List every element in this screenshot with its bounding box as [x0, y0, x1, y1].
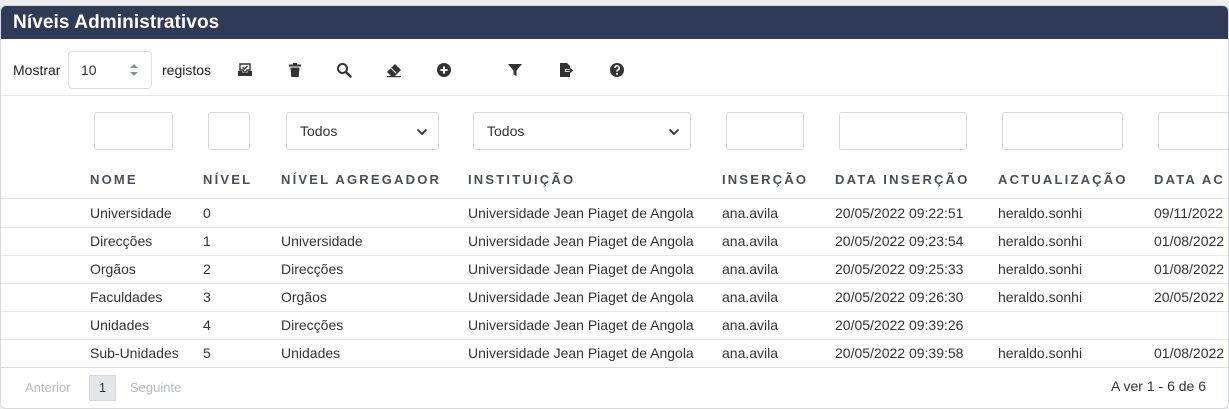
filter-instituicao-value: Todos: [487, 123, 525, 139]
page-size-stepper[interactable]: 10: [68, 51, 152, 89]
eraser-icon[interactable]: [386, 62, 402, 78]
trash-icon[interactable]: [287, 62, 303, 78]
cell-nivel-agregador: Unidades: [281, 345, 341, 361]
page-size-value: 10: [81, 62, 97, 78]
export-icon[interactable]: [558, 62, 574, 78]
cell-nivel-agregador: Universidade: [281, 233, 363, 249]
cell-nivel-agregador: Orgãos: [281, 289, 327, 305]
col-actualizacao[interactable]: ACTUALIZAÇÃO: [998, 172, 1128, 187]
col-insercao[interactable]: INSERÇÃO: [722, 172, 808, 187]
cell-insercao: ana.avila: [722, 233, 779, 249]
cell-data-insercao: 20/05/2022 09:39:26: [835, 317, 964, 333]
cell-data-actualizacao: 01/08/2022: [1154, 233, 1225, 249]
table-header: NOME NÍVEL NÍVEL AGREGADOR INSTITUIÇÃO I…: [1, 172, 1228, 199]
show-label: Mostrar: [13, 62, 61, 78]
cell-instituicao: Universidade Jean Piaget de Angola: [468, 205, 694, 221]
filter-icon[interactable]: [507, 62, 523, 78]
filter-instituicao-select[interactable]: Todos: [473, 112, 691, 150]
cell-instituicao: Universidade Jean Piaget de Angola: [468, 289, 694, 305]
table-row[interactable]: Universidade 0 Universidade Jean Piaget de…: [1, 199, 1228, 228]
cell-data-insercao: 20/05/2022 09:22:51: [835, 205, 964, 221]
filter-actualizacao-input[interactable]: [1002, 112, 1123, 150]
col-data-actualizacao[interactable]: DATA AC: [1154, 172, 1225, 187]
cell-instituicao: Universidade Jean Piaget de Angola: [468, 233, 694, 249]
stepper-arrows-icon[interactable]: [129, 63, 139, 77]
filter-insercao-input[interactable]: [726, 112, 804, 150]
cell-data-actualizacao: 09/11/2022: [1154, 205, 1224, 221]
col-nome[interactable]: NOME: [90, 172, 138, 187]
cell-nome: Universidade: [90, 205, 172, 221]
cell-instituicao: Universidade Jean Piaget de Angola: [468, 261, 694, 277]
chevron-down-icon: [668, 128, 680, 136]
cell-actualizacao: heraldo.sonhi: [998, 261, 1083, 277]
cell-insercao: ana.avila: [722, 261, 779, 277]
cell-insercao: ana.avila: [722, 289, 779, 305]
next-page-link[interactable]: Seguinte: [130, 380, 181, 395]
cell-insercao: ana.avila: [722, 205, 779, 221]
cell-actualizacao: heraldo.sonhi: [998, 345, 1083, 361]
pagination: Anterior 1 Seguinte A ver 1 - 6 de 6: [1, 374, 1228, 404]
cell-nivel: 5: [203, 345, 211, 361]
cell-nome: Sub-Unidades: [90, 345, 179, 361]
cell-nome: Faculdades: [90, 289, 163, 305]
cell-nivel: 3: [203, 289, 211, 305]
filter-row: Todos Todos: [1, 112, 1228, 150]
cell-data-actualizacao: 01/08/2022: [1154, 345, 1225, 361]
filter-data-insercao-input[interactable]: [839, 112, 967, 150]
table-row[interactable]: Direcções 1 Universidade Universidade Jean …: [1, 227, 1228, 256]
col-nivel-agregador[interactable]: NÍVEL AGREGADOR: [281, 172, 441, 187]
levels-panel: Níveis Administrativos Mostrar 10 regist…: [0, 5, 1229, 409]
filter-nivel-agregador-value: Todos: [300, 123, 338, 139]
cell-nivel-agregador: Direcções: [281, 261, 344, 277]
records-info: A ver 1 - 6 de 6: [1111, 378, 1206, 394]
col-nivel[interactable]: NÍVEL: [203, 172, 252, 187]
cell-data-insercao: 20/05/2022 09:39:58: [835, 345, 964, 361]
cell-data-actualizacao: 01/08/2022: [1154, 261, 1225, 277]
chevron-down-icon: [416, 128, 428, 136]
filter-data-actualizacao-input[interactable]: [1158, 112, 1228, 150]
cell-nome: Orgãos: [90, 261, 136, 277]
cell-nivel-agregador: Direcções: [281, 317, 344, 333]
cell-insercao: ana.avila: [722, 317, 779, 333]
cell-insercao: ana.avila: [722, 345, 779, 361]
filter-nome-input[interactable]: [94, 112, 173, 150]
cell-actualizacao: heraldo.sonhi: [998, 289, 1083, 305]
cell-instituicao: Universidade Jean Piaget de Angola: [468, 345, 694, 361]
filter-nivel-input[interactable]: [208, 112, 250, 150]
cell-data-insercao: 20/05/2022 09:23:54: [835, 233, 964, 249]
cell-instituicao: Universidade Jean Piaget de Angola: [468, 317, 694, 333]
cell-nome: Direcções: [90, 233, 153, 249]
help-icon[interactable]: [609, 62, 625, 78]
table-row[interactable]: Unidades 4 Direcções Universidade Jean Piag…: [1, 311, 1228, 340]
cell-nivel: 1: [203, 233, 211, 249]
cell-data-insercao: 20/05/2022 09:25:33: [835, 261, 964, 277]
toolbar: Mostrar 10 registos: [1, 45, 1228, 96]
table-row[interactable]: Orgãos 2 Direcções Universidade Jean Piaget…: [1, 255, 1228, 284]
table-row[interactable]: Faculdades 3 Orgãos Universidade Jean Piage…: [1, 283, 1228, 312]
panel-title: Níveis Administrativos: [1, 6, 1228, 39]
cell-data-actualizacao: 20/05/2022: [1154, 289, 1225, 305]
cell-actualizacao: heraldo.sonhi: [998, 233, 1083, 249]
cell-data-insercao: 20/05/2022 09:26:30: [835, 289, 964, 305]
col-instituicao[interactable]: INSTITUIÇÃO: [468, 172, 575, 187]
cell-nivel: 0: [203, 205, 211, 221]
col-data-insercao[interactable]: DATA INSERÇÃO: [835, 172, 970, 187]
table-row[interactable]: Sub-Unidades 5 Unidades Universidade Jean P…: [1, 339, 1228, 368]
cell-nivel: 2: [203, 261, 211, 277]
filter-nivel-agregador-select[interactable]: Todos: [286, 112, 439, 150]
cell-actualizacao: heraldo.sonhi: [998, 205, 1083, 221]
inbox-check-icon[interactable]: [237, 62, 253, 78]
add-circle-icon[interactable]: [436, 62, 452, 78]
records-label: registos: [162, 62, 212, 78]
prev-page-link[interactable]: Anterior: [25, 380, 71, 395]
cell-nome: Unidades: [90, 317, 150, 333]
search-icon[interactable]: [336, 62, 352, 78]
cell-nivel: 4: [203, 317, 211, 333]
page-1-button[interactable]: 1: [89, 375, 116, 401]
